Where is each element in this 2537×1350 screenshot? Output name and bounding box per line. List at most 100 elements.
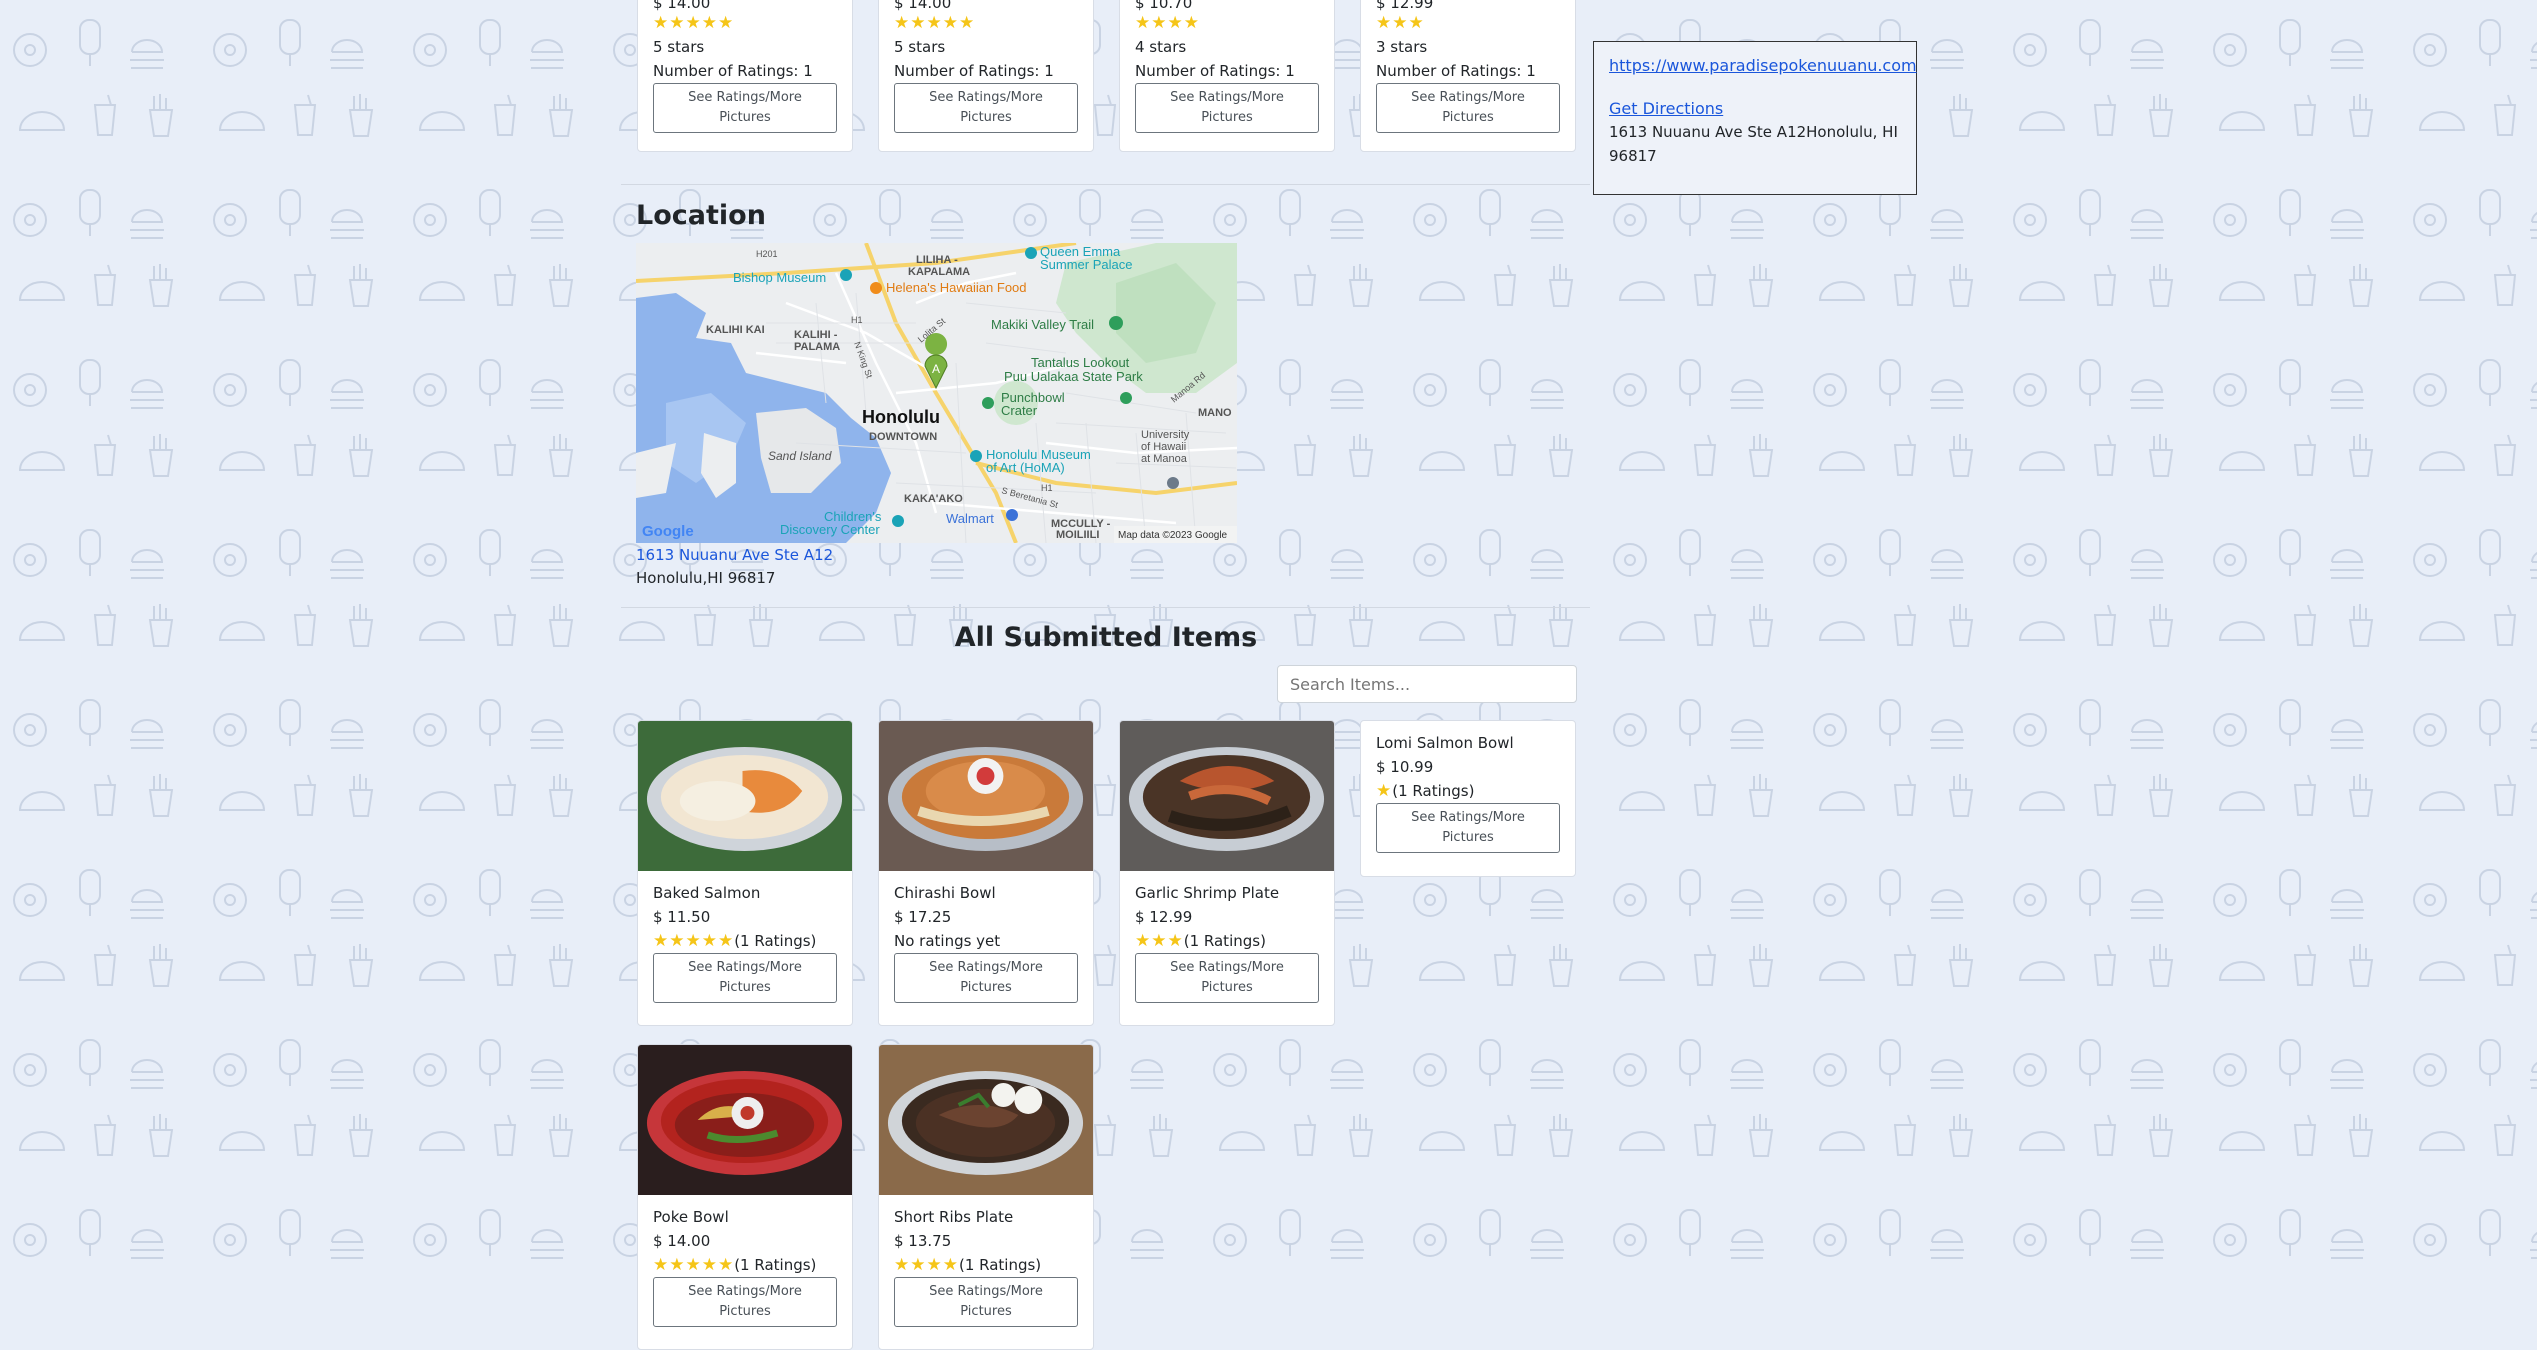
svg-text:KALIHI KAI: KALIHI KAI [706, 324, 765, 336]
see-ratings-button[interactable]: See Ratings/More Pictures [1376, 803, 1560, 853]
svg-text:Bishop Museum: Bishop Museum [733, 270, 826, 285]
item-card: Short Ribs Plate $ 13.75 ★★★★(1 Ratings)… [878, 1044, 1094, 1350]
website-link[interactable]: https://www.paradisepokenuuanu.com [1609, 56, 1917, 75]
item-price: $ 10.99 [1376, 758, 1434, 776]
item-stars: ★★★ [1135, 931, 1184, 951]
item-stars: ★★★★ [894, 1255, 959, 1275]
item-ratings-count: No ratings yet [894, 932, 1001, 950]
google-logo: Google [642, 523, 694, 540]
item-photo[interactable] [638, 1045, 852, 1195]
top-item-card: $ 12.99 ★★★ 3 stars Number of Ratings: 1… [1360, 0, 1576, 152]
svg-text:MOILIILI: MOILIILI [1056, 529, 1099, 541]
search-items-input[interactable] [1277, 665, 1577, 703]
svg-text:KALIHI -: KALIHI - [794, 329, 838, 341]
svg-text:H1: H1 [851, 315, 863, 325]
item-name: Lomi Salmon Bowl [1376, 734, 1514, 752]
top-item-rating-text: 4 stars [1135, 38, 1187, 56]
item-rating-row: ★★★(1 Ratings) [1135, 929, 1319, 953]
top-item-rating-text: 5 stars [653, 38, 705, 56]
item-name: Short Ribs Plate [894, 1208, 1014, 1226]
item-rating-row: ★★★★★(1 Ratings) [653, 929, 837, 953]
item-photo[interactable] [879, 1045, 1093, 1195]
restaurant-info-box: https://www.paradisepokenuuanu.com Get D… [1593, 41, 1917, 195]
item-name: Baked Salmon [653, 884, 761, 902]
info-address-line1: 1613 Nuuanu Ave Ste A12Honolulu, HI [1609, 123, 1898, 141]
svg-text:DOWNTOWN: DOWNTOWN [869, 431, 937, 443]
svg-text:Sand Island: Sand Island [768, 449, 832, 463]
item-stars: ★★★★★ [653, 931, 735, 951]
svg-text:Crater: Crater [1001, 403, 1038, 418]
see-ratings-button[interactable]: See Ratings/More Pictures [1135, 953, 1319, 1003]
top-item-stars: ★★★★★ [894, 13, 976, 33]
map-pin-label: A [932, 362, 940, 376]
top-item-card: $ 14.00 ★★★★★ 5 stars Number of Ratings:… [878, 0, 1094, 152]
see-ratings-button[interactable]: See Ratings/More Pictures [1135, 83, 1319, 133]
top-item-stars: ★★★★★ [653, 13, 735, 33]
get-directions-link[interactable]: Get Directions [1609, 99, 1723, 118]
svg-text:Walmart: Walmart [946, 511, 994, 526]
see-ratings-button[interactable]: See Ratings/More Pictures [653, 1277, 837, 1327]
item-price: $ 13.75 [894, 1232, 952, 1250]
item-ratings-count: (1 Ratings) [734, 932, 817, 950]
top-item-num-ratings: Number of Ratings: 1 [1135, 62, 1295, 80]
svg-text:Helena's Hawaiian Food: Helena's Hawaiian Food [886, 280, 1027, 295]
svg-text:Discovery Center: Discovery Center [780, 522, 880, 537]
item-card: Chirashi Bowl $ 17.25 No ratings yet See… [878, 720, 1094, 1026]
top-item-card: $ 10.70 ★★★★ 4 stars Number of Ratings: … [1119, 0, 1335, 152]
item-price: $ 11.50 [653, 908, 711, 926]
item-stars: ★ [1376, 781, 1393, 801]
item-rating-row: ★★★★(1 Ratings) [894, 1253, 1078, 1277]
svg-text:Tantalus Lookout: Tantalus Lookout [1031, 355, 1130, 370]
top-item-rating-text: 5 stars [894, 38, 946, 56]
top-item-num-ratings: Number of Ratings: 1 [1376, 62, 1536, 80]
location-city-line: Honolulu,HI 96817 [636, 569, 776, 587]
svg-text:of Hawaii: of Hawaii [1141, 441, 1186, 453]
svg-text:H1: H1 [1041, 483, 1053, 493]
item-ratings-count: (1 Ratings) [734, 1256, 817, 1274]
item-photo[interactable] [1120, 721, 1334, 871]
top-item-rating-text: 3 stars [1376, 38, 1428, 56]
top-item-card: $ 14.00 ★★★★★ 5 stars Number of Ratings:… [637, 0, 853, 152]
item-price: $ 14.00 [653, 1232, 711, 1250]
top-item-num-ratings: Number of Ratings: 1 [894, 62, 1054, 80]
svg-text:Summer Palace: Summer Palace [1040, 257, 1132, 272]
item-photo[interactable] [638, 721, 852, 871]
svg-text:Makiki Valley Trail: Makiki Valley Trail [991, 317, 1094, 332]
see-ratings-button[interactable]: See Ratings/More Pictures [894, 953, 1078, 1003]
svg-text:Honolulu: Honolulu [862, 407, 940, 427]
top-item-num-ratings: Number of Ratings: 1 [653, 62, 813, 80]
location-heading: Location [636, 200, 766, 231]
see-ratings-button[interactable]: See Ratings/More Pictures [1376, 83, 1560, 133]
svg-text:KAPALAMA: KAPALAMA [908, 266, 970, 278]
item-card: Baked Salmon $ 11.50 ★★★★★(1 Ratings) Se… [637, 720, 853, 1026]
divider-bottom [621, 607, 1590, 608]
item-ratings-count: (1 Ratings) [1183, 932, 1266, 950]
svg-text:Puu Ualakaa State Park: Puu Ualakaa State Park [1004, 369, 1143, 384]
item-ratings-count: (1 Ratings) [1392, 782, 1475, 800]
item-rating-row: ★(1 Ratings) [1376, 779, 1560, 803]
info-address-line2: 96817 [1609, 147, 1657, 165]
item-card: Poke Bowl $ 14.00 ★★★★★(1 Ratings) See R… [637, 1044, 853, 1350]
top-item-stars: ★★★★ [1135, 13, 1200, 33]
item-card: Lomi Salmon Bowl $ 10.99 ★(1 Ratings) Se… [1360, 720, 1576, 877]
item-name: Poke Bowl [653, 1208, 729, 1226]
see-ratings-button[interactable]: See Ratings/More Pictures [894, 1277, 1078, 1327]
location-address-link[interactable]: 1613 Nuuanu Ave Ste A12 [636, 543, 833, 567]
svg-text:LILIHA -: LILIHA - [916, 254, 958, 266]
svg-text:University: University [1141, 429, 1190, 441]
divider-top [621, 184, 1590, 185]
item-price: $ 12.99 [1135, 908, 1193, 926]
see-ratings-button[interactable]: See Ratings/More Pictures [653, 83, 837, 133]
svg-text:at Manoa: at Manoa [1141, 453, 1188, 465]
item-photo[interactable] [879, 721, 1093, 871]
see-ratings-button[interactable]: See Ratings/More Pictures [653, 953, 837, 1003]
item-rating-row: ★★★★★(1 Ratings) [653, 1253, 837, 1277]
item-price: $ 17.25 [894, 908, 952, 926]
see-ratings-button[interactable]: See Ratings/More Pictures [894, 83, 1078, 133]
item-ratings-count: (1 Ratings) [958, 1256, 1042, 1274]
svg-text:H201: H201 [756, 249, 778, 259]
item-rating-row: No ratings yet [894, 929, 1078, 953]
svg-text:MANO: MANO [1198, 407, 1232, 419]
top-item-stars: ★★★ [1376, 13, 1425, 33]
location-map[interactable]: A LILIHA - KAPALAMA Bishop Museum Queen … [636, 243, 1237, 543]
